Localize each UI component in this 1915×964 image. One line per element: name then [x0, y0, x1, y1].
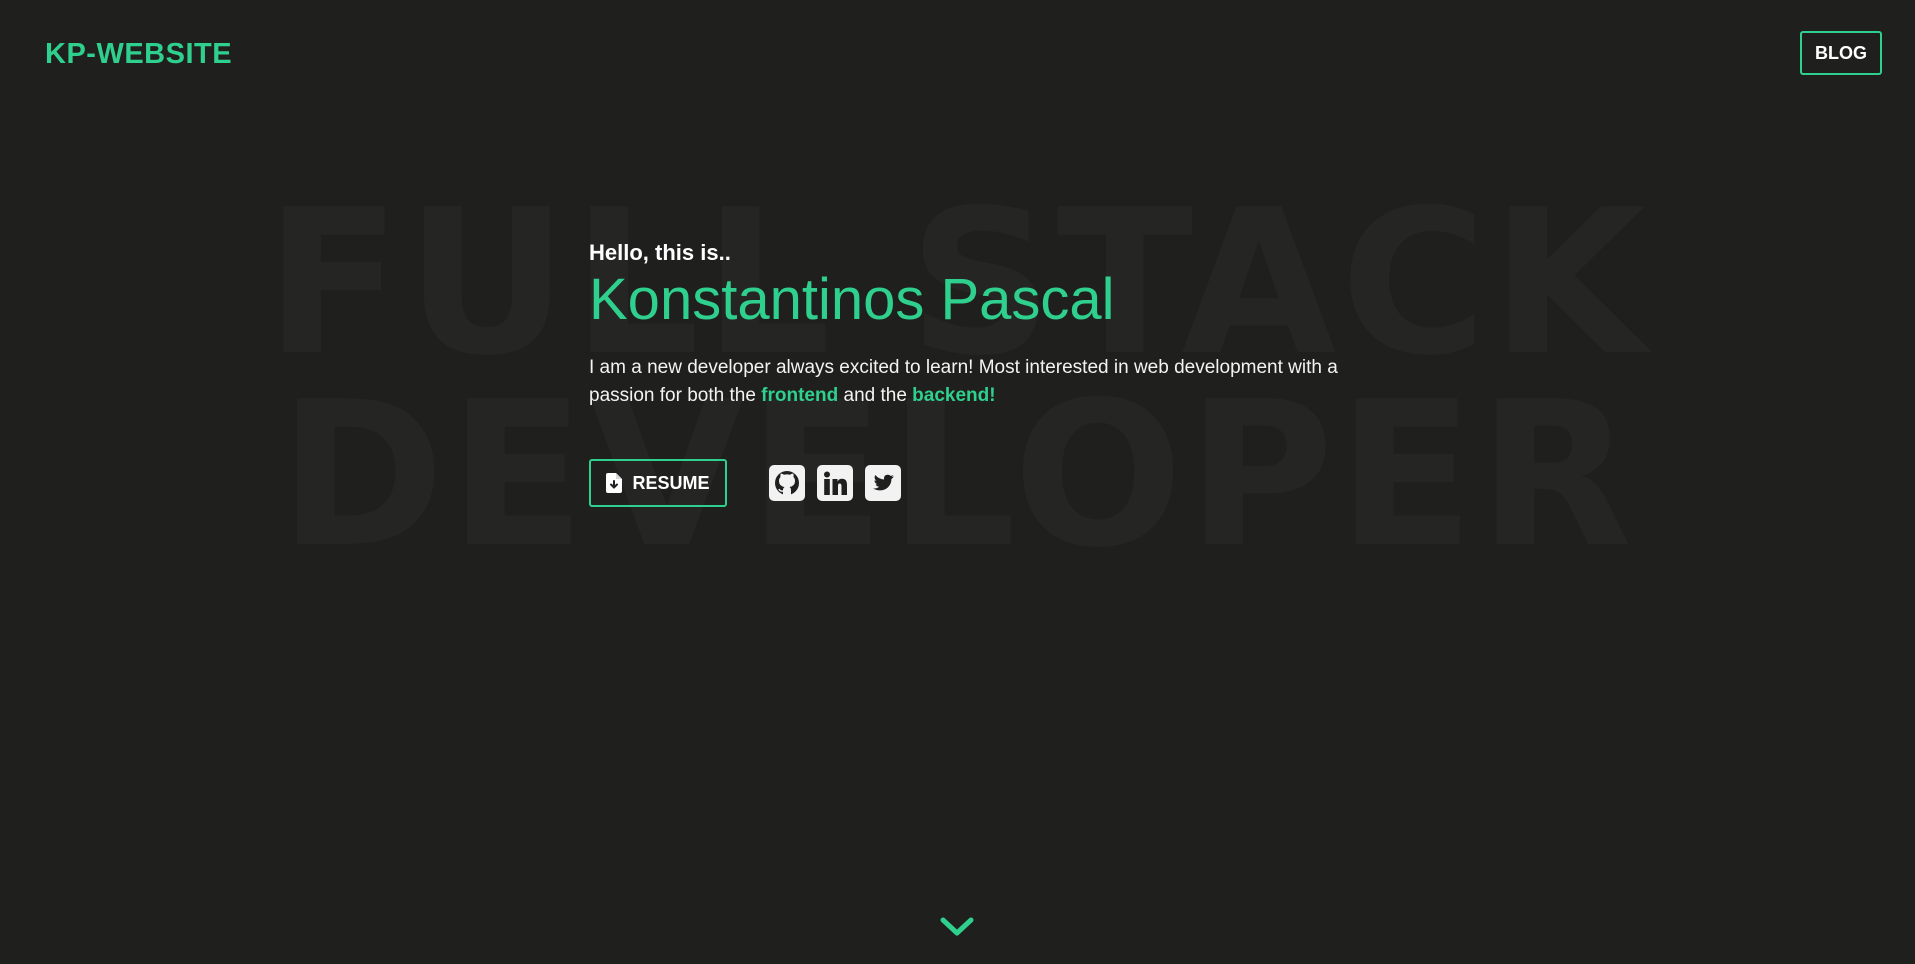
intro-part2: and the: [838, 384, 913, 406]
hero-section: Hello, this is.. Konstantinos Pascal I a…: [589, 240, 1349, 410]
hero-actions: RESUME: [589, 459, 913, 507]
hero-name: Konstantinos Pascal: [589, 267, 1115, 332]
social-links: [769, 465, 913, 501]
github-icon[interactable]: [769, 465, 805, 501]
blog-button[interactable]: BLOG: [1800, 31, 1882, 75]
resume-button-label: RESUME: [632, 472, 710, 493]
twitter-icon[interactable]: [865, 465, 901, 501]
file-download-icon: [606, 473, 623, 493]
page: FULL STACK DEVELOPER KP-WEBSITE BLOG Hel…: [0, 0, 1915, 964]
greeting: Hello, this is..: [589, 240, 731, 265]
chevron-down-icon[interactable]: [939, 915, 975, 939]
linkedin-icon[interactable]: [817, 465, 853, 501]
highlight-frontend: frontend: [761, 384, 839, 406]
blog-button-label: BLOG: [1815, 42, 1867, 63]
intro-text: I am a new developer always excited to l…: [589, 354, 1349, 410]
highlight-backend: backend!: [912, 384, 996, 406]
site-logo[interactable]: KP-WEBSITE: [45, 38, 232, 71]
resume-button[interactable]: RESUME: [589, 459, 727, 507]
